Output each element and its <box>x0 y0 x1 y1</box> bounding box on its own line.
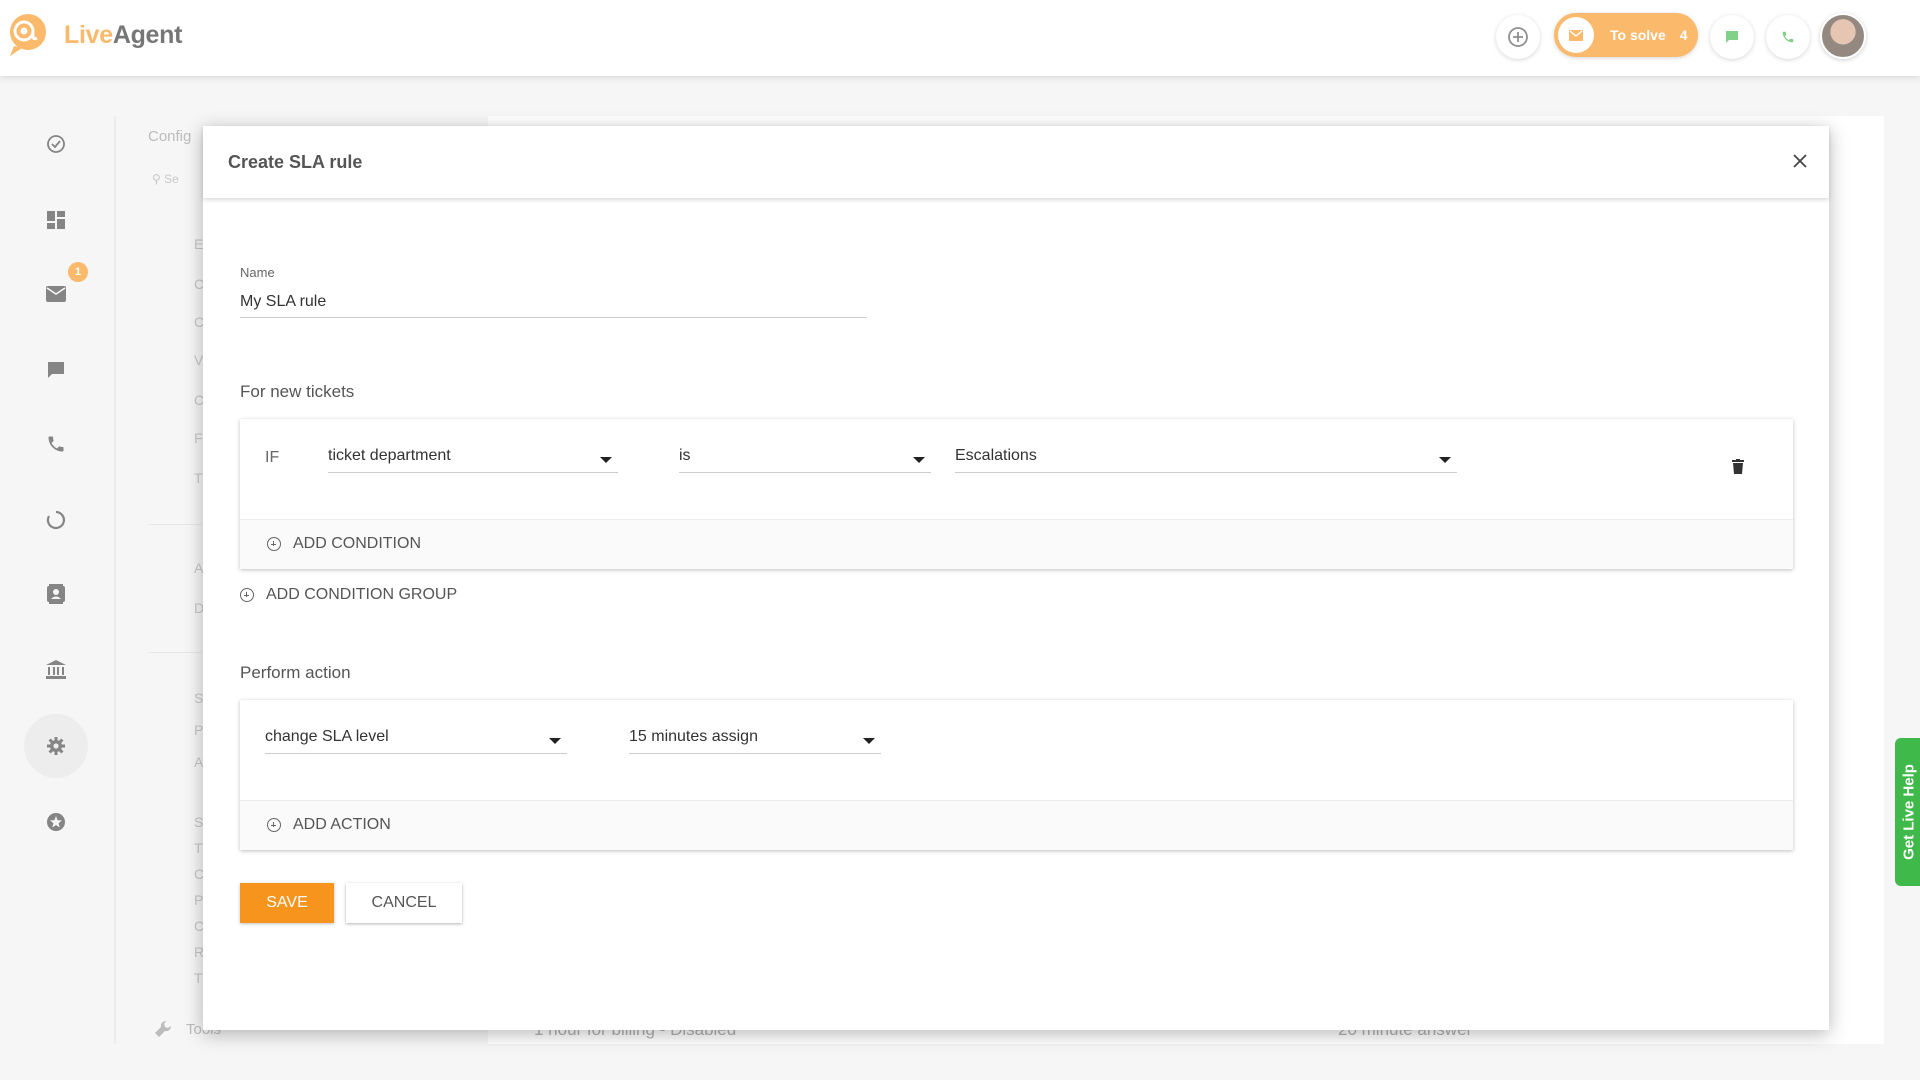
chevron-down-icon <box>600 457 612 463</box>
delete-condition-button[interactable] <box>1732 459 1744 479</box>
save-button[interactable]: SAVE <box>240 883 334 923</box>
chevron-down-icon <box>913 457 925 463</box>
condition-operator-value: is <box>679 447 691 464</box>
chevron-down-icon <box>863 738 875 744</box>
name-input[interactable] <box>240 286 867 318</box>
condition-field-value: ticket department <box>328 447 451 464</box>
action-type-value: change SLA level <box>265 728 389 745</box>
condition-operator-select[interactable]: is <box>679 441 931 473</box>
action-value: 15 minutes assign <box>629 728 758 745</box>
name-label: Name <box>240 265 275 280</box>
add-action-label: ADD ACTION <box>293 816 391 833</box>
add-condition-group-button[interactable]: ADD CONDITION GROUP <box>240 586 457 604</box>
trash-icon <box>1732 459 1744 474</box>
chevron-down-icon <box>549 738 561 744</box>
condition-value: Escalations <box>955 447 1037 464</box>
dialog-title: Create SLA rule <box>228 152 363 172</box>
add-circle-icon <box>267 537 281 551</box>
close-button[interactable] <box>1787 148 1813 174</box>
action-value-select[interactable]: 15 minutes assign <box>629 722 881 754</box>
add-circle-icon <box>267 818 281 832</box>
add-condition-label: ADD CONDITION <box>293 535 421 552</box>
live-help-label: Get Live Help <box>1900 764 1918 860</box>
action-footer: ADD ACTION <box>240 800 1793 850</box>
add-condition-button[interactable]: ADD CONDITION <box>267 535 421 553</box>
conditions-title: For new tickets <box>240 382 355 401</box>
close-icon <box>1793 154 1807 168</box>
actions-title: Perform action <box>240 663 351 682</box>
get-live-help-tab[interactable]: Get Live Help <box>1895 738 1920 886</box>
add-action-button[interactable]: ADD ACTION <box>267 816 391 834</box>
action-type-select[interactable]: change SLA level <box>265 722 567 754</box>
condition-group: IF ticket department is Escalations ADD … <box>240 419 1793 569</box>
dialog-header: Create SLA rule <box>203 126 1829 198</box>
condition-field-select[interactable]: ticket department <box>328 441 618 473</box>
if-label: IF <box>265 449 280 466</box>
create-sla-rule-dialog: Create SLA rule Name For new tickets IF … <box>203 126 1829 1030</box>
add-condition-group-label: ADD CONDITION GROUP <box>266 586 458 603</box>
cancel-button[interactable]: CANCEL <box>346 883 462 923</box>
add-circle-icon <box>240 588 254 602</box>
chevron-down-icon <box>1439 457 1451 463</box>
action-group: change SLA level 15 minutes assign ADD A… <box>240 700 1793 850</box>
condition-value-select[interactable]: Escalations <box>955 441 1457 473</box>
condition-footer: ADD CONDITION <box>240 519 1793 569</box>
